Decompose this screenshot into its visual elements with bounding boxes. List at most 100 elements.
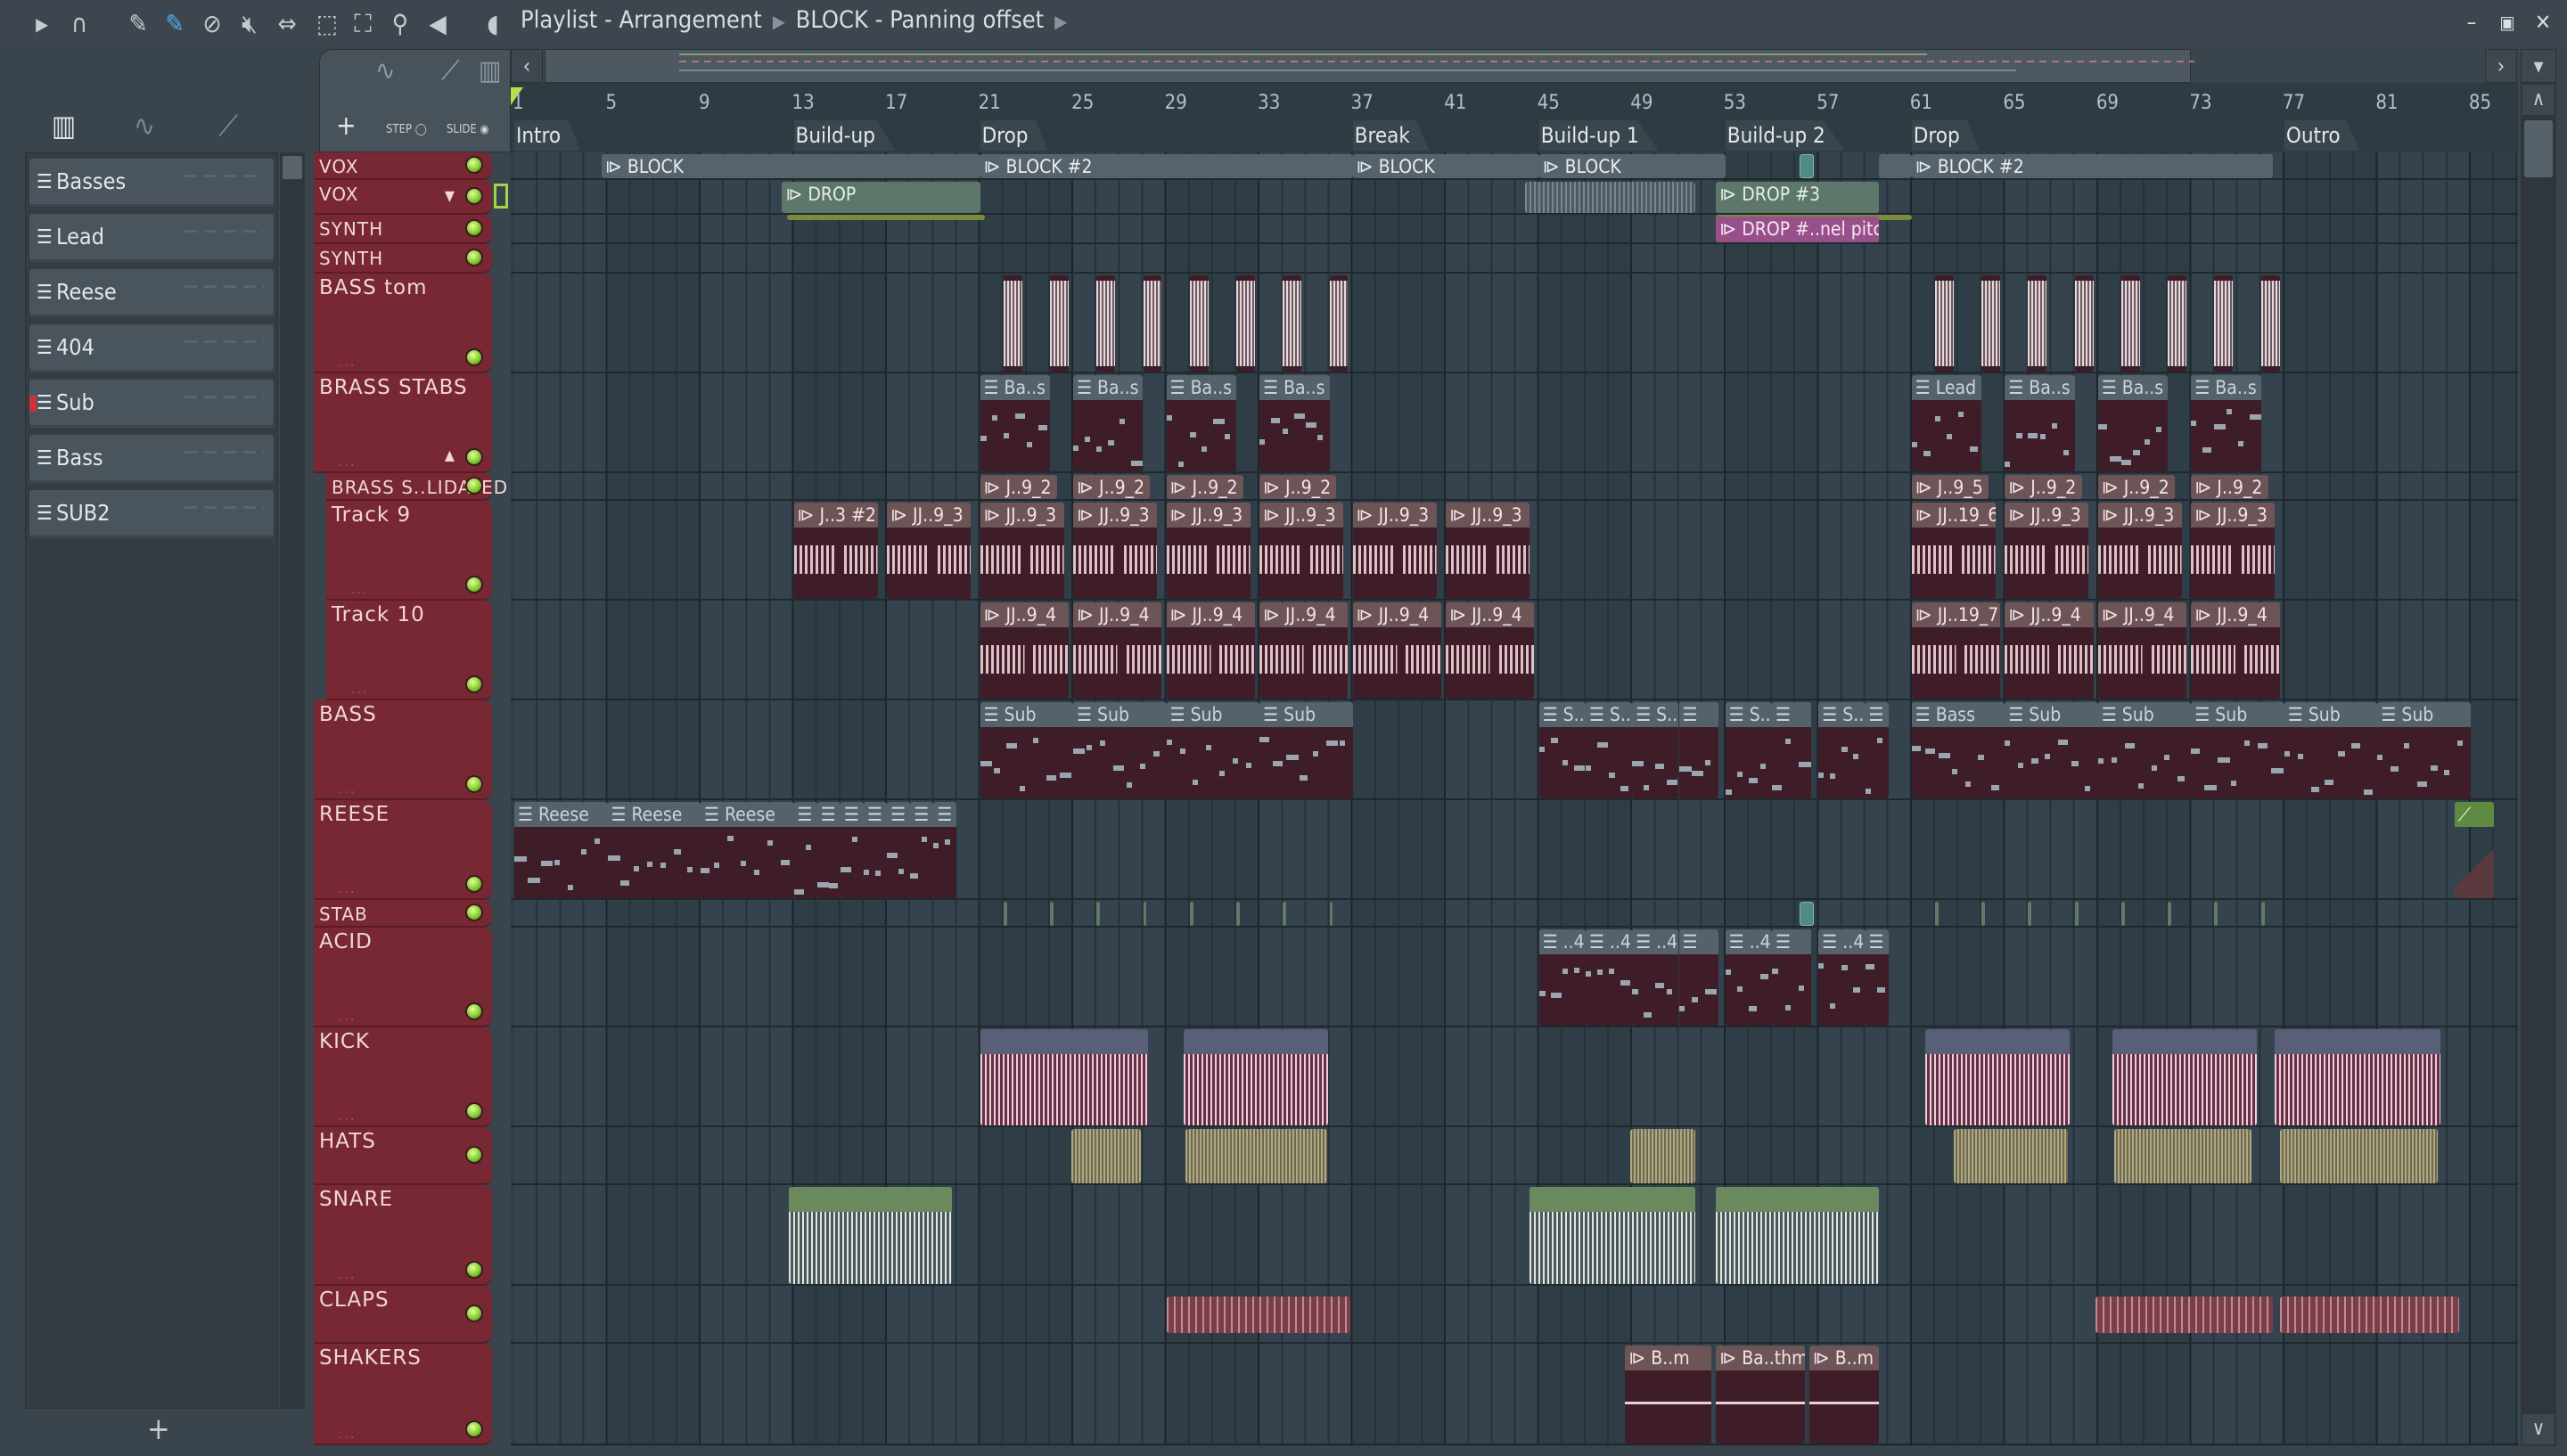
clip[interactable] — [1143, 902, 1147, 926]
clip[interactable]: ⧐ JJ..19_7 — [1911, 602, 2001, 699]
track-name[interactable]: Track 9 — [332, 503, 411, 527]
clip[interactable] — [2028, 275, 2047, 372]
track-mute-led[interactable] — [465, 576, 483, 593]
clip[interactable] — [1189, 275, 1209, 372]
marker-intro[interactable]: Intro — [514, 120, 581, 151]
clip[interactable]: ☰ Reese — [701, 802, 794, 898]
clip[interactable]: ☰ Lead — [1911, 375, 1982, 471]
overview-menu-button[interactable]: ▾ — [2521, 49, 2556, 83]
clip[interactable] — [1189, 902, 1193, 926]
track-name[interactable]: SYNTH — [319, 218, 383, 240]
clip[interactable]: ☰ — [840, 802, 864, 898]
clip[interactable]: ☰ — [1678, 929, 1718, 1026]
clip[interactable] — [1283, 275, 1302, 372]
track-header-stab[interactable]: STAB — [314, 900, 492, 928]
track-more-icon[interactable]: ... — [351, 680, 369, 697]
pattern-item[interactable]: ☰ Reese — [29, 269, 274, 317]
clip[interactable]: ☰ Sub — [1166, 702, 1260, 798]
clip[interactable] — [2095, 1296, 2273, 1333]
vertical-scrollbar[interactable]: ∧ ∨ — [2521, 83, 2556, 1446]
clip[interactable] — [1184, 1029, 1329, 1125]
clip[interactable]: ☰ — [887, 802, 911, 898]
clip[interactable]: ⧐ Ba..thm — [1716, 1346, 1805, 1444]
scrollbar-thumb[interactable] — [283, 156, 302, 179]
clip[interactable]: ☰ Ba..s — [2005, 375, 2075, 471]
track-mute-led[interactable] — [465, 348, 483, 366]
clip[interactable]: ⧐ JJ..19_6 — [1911, 503, 1996, 599]
clip[interactable] — [2279, 1129, 2439, 1183]
maximize-button[interactable]: ▣ — [2492, 7, 2522, 37]
track-name[interactable]: ACID — [319, 930, 373, 953]
clip[interactable]: ⧐ JJ..9_3 — [2191, 503, 2276, 599]
track-name[interactable]: Track 10 — [332, 603, 425, 626]
pattern-item[interactable]: ☰ Lead — [29, 214, 274, 262]
clip[interactable]: ⧐ J..9_2 — [1259, 475, 1337, 499]
clip[interactable]: ⧐ JJ..9_3 — [1259, 503, 1344, 599]
track-header-vox[interactable]: VOX ▼ — [314, 180, 492, 215]
clip[interactable] — [1953, 1129, 2068, 1183]
clip[interactable]: ⧐ JJ..9_4 — [2005, 602, 2094, 699]
clip[interactable]: ☰ ..4 — [1585, 929, 1633, 1026]
clip[interactable]: ☰ Reese — [514, 802, 608, 898]
track-header-kick[interactable]: KICK... — [314, 1027, 492, 1127]
clip[interactable]: ☰ S.. — [1538, 702, 1586, 798]
marker-outro[interactable]: Outro — [2284, 120, 2360, 151]
clip[interactable] — [2275, 1029, 2440, 1125]
clip[interactable]: ⧐ BLOCK — [601, 154, 980, 178]
track-name[interactable]: CLAPS — [319, 1288, 390, 1312]
clip[interactable] — [980, 1029, 1148, 1125]
pattern-item[interactable]: ☰ Sub — [29, 380, 274, 428]
paint-brush-icon[interactable]: ✎ — [160, 9, 190, 39]
clip[interactable]: ⧐ J..3 #2 — [793, 503, 878, 599]
track-more-icon[interactable]: ... — [339, 879, 357, 896]
clip[interactable]: ☰ Ba..s — [1259, 375, 1330, 471]
clip[interactable] — [1049, 275, 1069, 372]
clip[interactable]: ☰ Ba..s — [2191, 375, 2261, 471]
clip[interactable] — [1185, 1129, 1327, 1183]
clip[interactable]: ☰ — [1678, 702, 1718, 798]
pattern-item[interactable]: ☰ Bass — [29, 435, 274, 483]
marker-build-up[interactable]: Build-up — [793, 120, 895, 151]
clip[interactable] — [789, 1187, 953, 1284]
clip[interactable]: ⧐ JJ..9_3 — [1073, 503, 1158, 599]
clip[interactable] — [2114, 1129, 2252, 1183]
track-header-acid[interactable]: ACID... — [314, 928, 492, 1027]
clip[interactable]: ☰ S.. — [1818, 702, 1866, 798]
clip[interactable] — [1879, 154, 1912, 178]
clip[interactable] — [2214, 902, 2218, 926]
slide-toggle[interactable]: SLIDE ◉ — [447, 123, 489, 136]
clip[interactable]: ⧐ DROP — [782, 182, 980, 213]
clip[interactable] — [1049, 902, 1054, 926]
track-mute-led[interactable] — [465, 476, 483, 495]
track-name[interactable]: KICK — [319, 1030, 370, 1053]
select-icon[interactable]: ⬚ — [312, 9, 342, 39]
clip[interactable] — [1096, 275, 1116, 372]
clip[interactable]: ☰ Ba..s — [1073, 375, 1144, 471]
track-mute-led[interactable] — [465, 903, 483, 921]
clip[interactable]: ⧐ J..9_2 — [1073, 475, 1151, 499]
track-header-brass-s-lidated[interactable]: BRASS S..LIDATED — [326, 473, 507, 501]
track-mute-led[interactable] — [465, 218, 483, 237]
automation-icon[interactable]: ⟋ — [218, 109, 238, 143]
clip[interactable]: ☰ Sub — [2284, 702, 2378, 798]
clip[interactable]: ☰ ..4 — [1818, 929, 1866, 1026]
clip[interactable] — [2028, 902, 2032, 926]
magnet-snap-icon[interactable]: ∩ — [64, 9, 94, 39]
clip[interactable]: ☰ S.. — [1725, 702, 1772, 798]
clip[interactable] — [1981, 902, 1986, 926]
clip[interactable]: ⧐ J..9_2 — [2005, 475, 2082, 499]
add-track-button[interactable]: + — [336, 110, 357, 142]
clip[interactable]: ☰ Bass — [1911, 702, 2005, 798]
expand-arrow-icon[interactable]: ▲ — [445, 446, 455, 463]
clip[interactable]: ⧐ J..9_2 — [980, 475, 1057, 499]
playback-icon[interactable]: ◀︎ — [422, 9, 453, 39]
track-more-icon[interactable]: ... — [339, 1265, 357, 1282]
clip[interactable]: ⧐ JJ..9_3 — [887, 503, 972, 599]
clip[interactable] — [1981, 275, 2001, 372]
track-header-bass-tom[interactable]: BASS tom... — [314, 274, 492, 373]
clip[interactable]: ☰ Ba..s — [2097, 375, 2169, 471]
track-more-icon[interactable]: ... — [339, 1425, 357, 1442]
clip[interactable]: ☰ — [793, 802, 817, 898]
clip[interactable]: ⧐ J..9_2 — [2097, 475, 2176, 499]
clip[interactable] — [1934, 275, 1954, 372]
